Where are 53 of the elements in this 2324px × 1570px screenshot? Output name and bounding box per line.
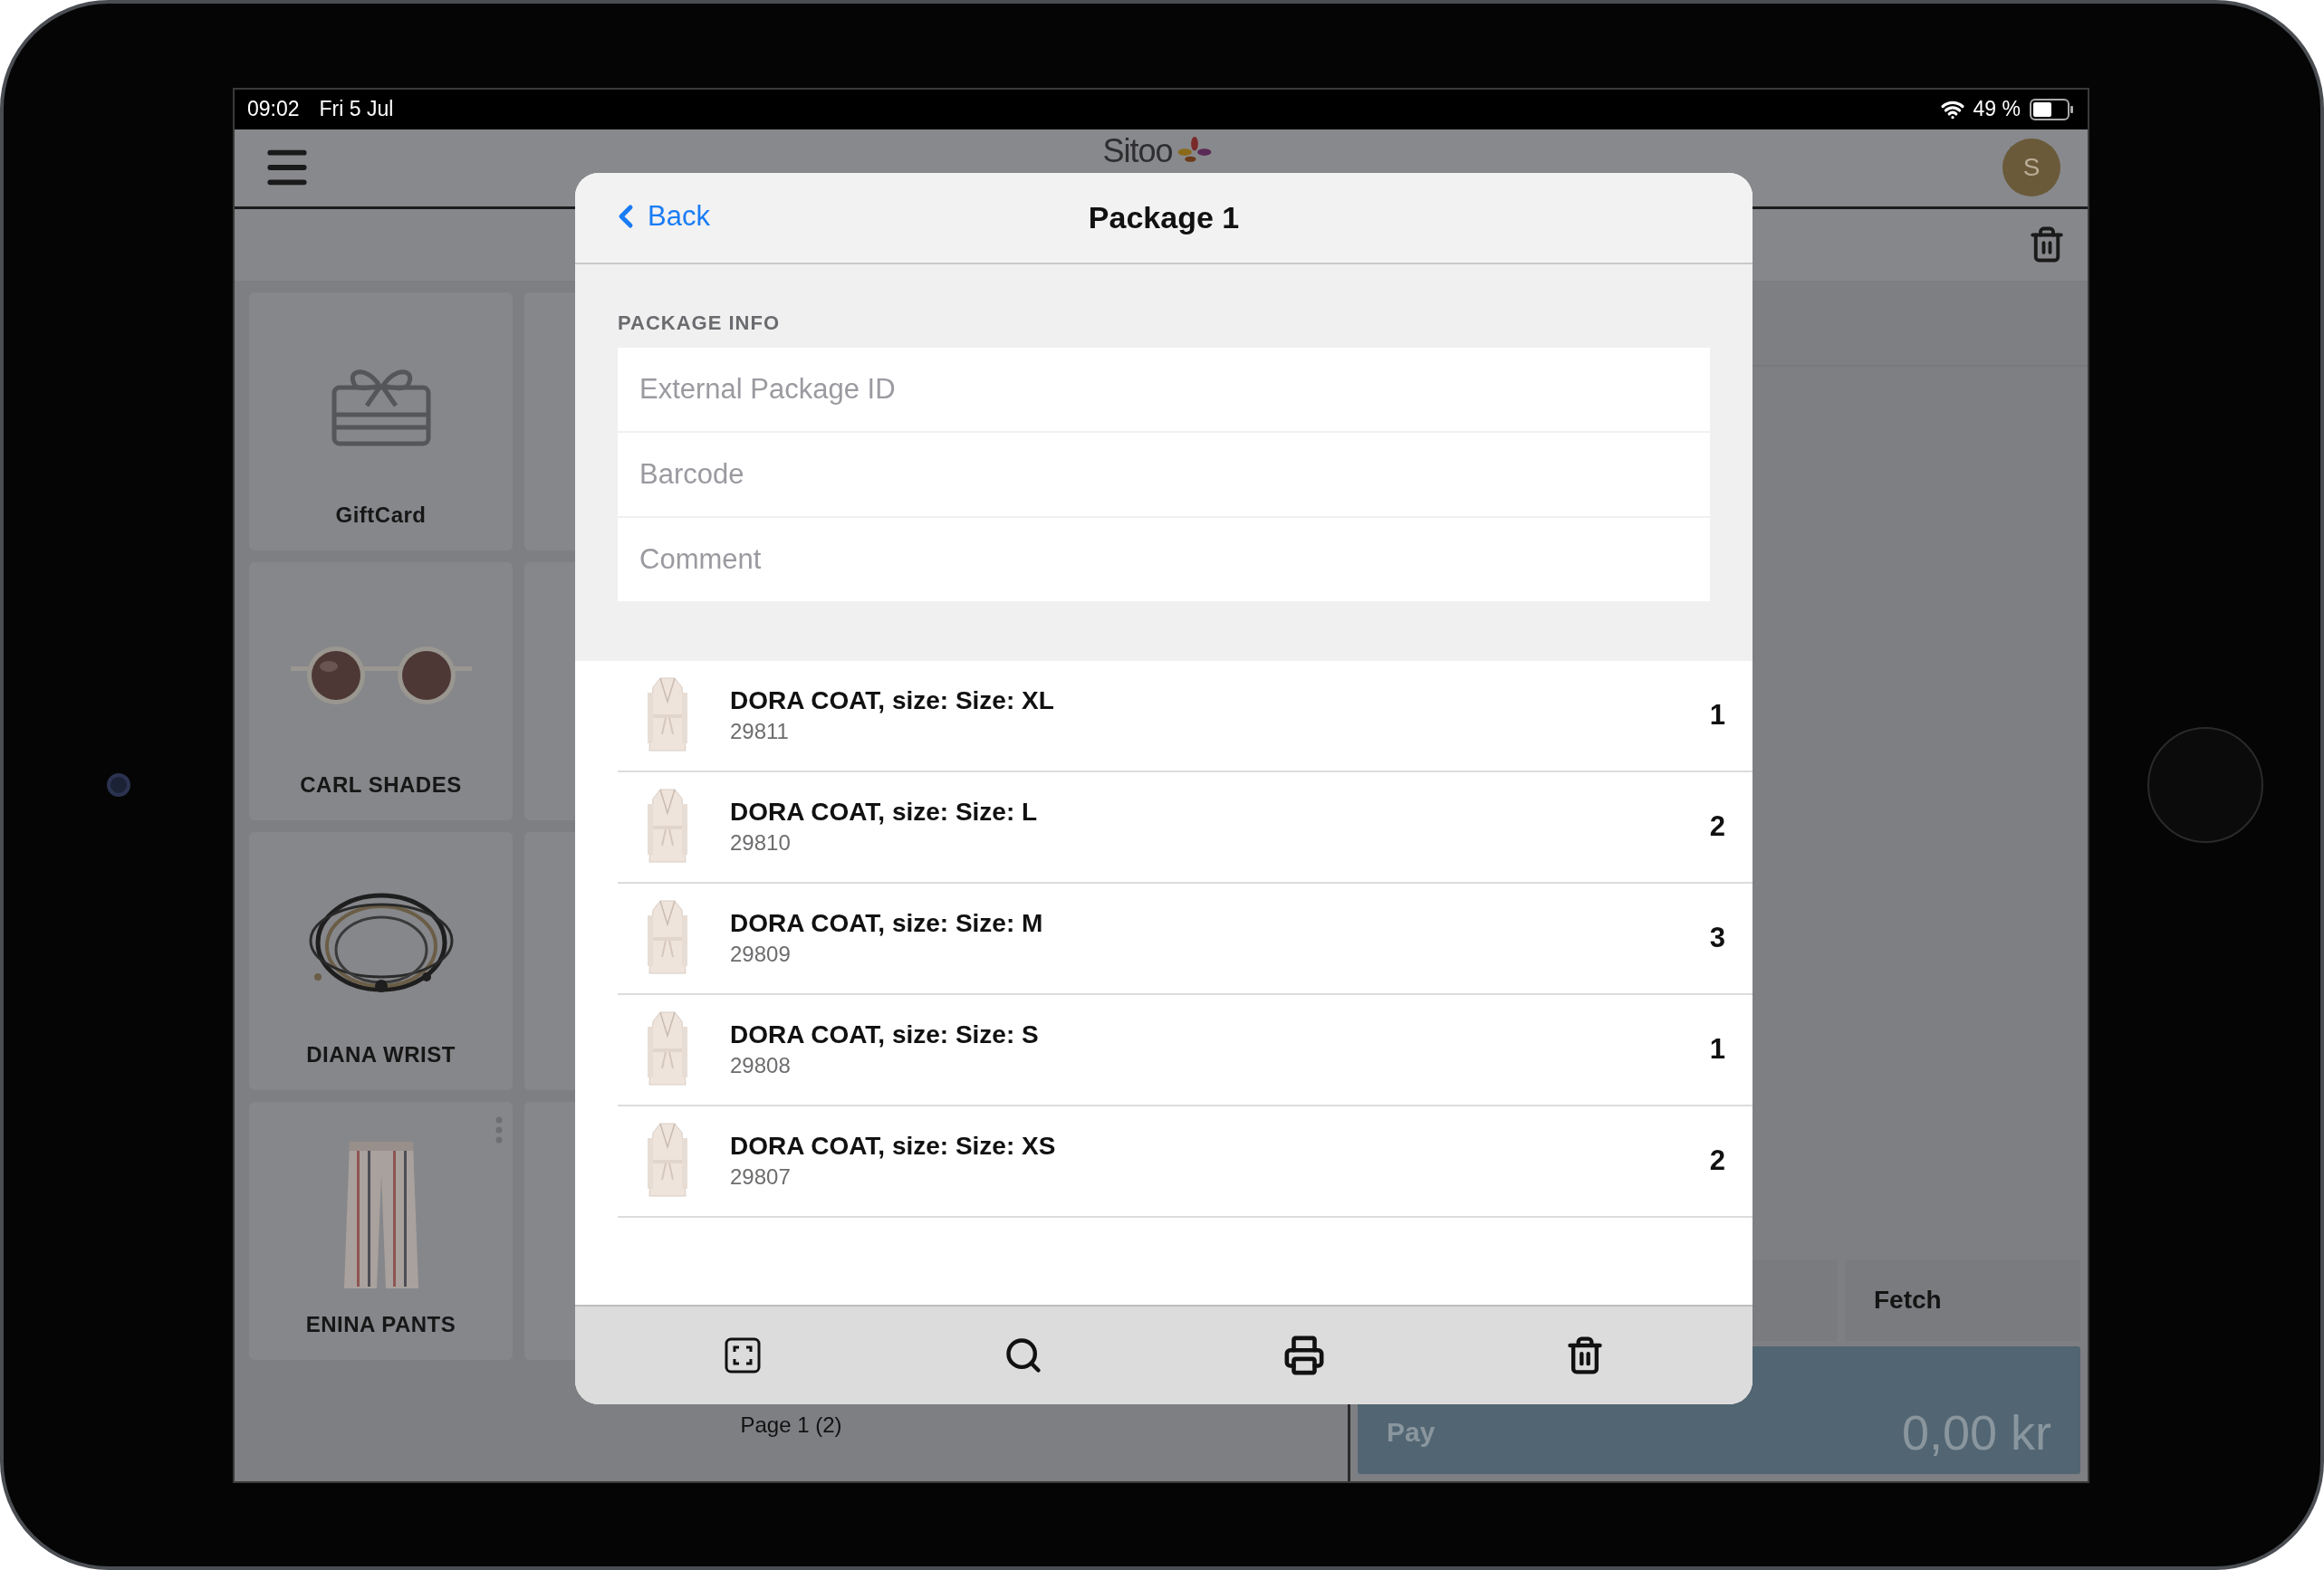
battery-icon bbox=[2030, 98, 2075, 120]
delete-icon[interactable] bbox=[2028, 225, 2066, 263]
product-tile[interactable]: DIANA WRIST bbox=[249, 831, 513, 1090]
total-amount: 0,00 kr bbox=[1901, 1404, 2051, 1460]
item-name: DORA COAT, size: Size: L bbox=[730, 798, 1039, 827]
back-button[interactable]: Back bbox=[608, 197, 710, 235]
package-item-row[interactable]: DORA COAT, size: Size: L 29810 2 bbox=[618, 771, 1753, 884]
status-time: 09:02 bbox=[247, 97, 300, 121]
package-item-row[interactable]: DORA COAT, size: Size: S 29808 1 bbox=[618, 994, 1753, 1106]
flower-icon bbox=[1176, 137, 1213, 165]
trash-icon bbox=[1565, 1335, 1605, 1375]
item-quantity: 2 bbox=[1709, 810, 1725, 843]
product-name: DIANA WRIST bbox=[306, 1041, 456, 1067]
user-avatar[interactable]: S bbox=[2002, 139, 2060, 196]
input-field[interactable]: External Package ID bbox=[618, 347, 1710, 431]
section-title: PACKAGE INFO bbox=[618, 311, 782, 335]
package-item-row[interactable]: DORA COAT, size: Size: M 29809 3 bbox=[618, 883, 1753, 995]
input-field[interactable]: Comment bbox=[618, 517, 1710, 601]
item-quantity: 1 bbox=[1709, 699, 1725, 732]
item-name: DORA COAT, size: Size: XS bbox=[730, 1132, 1057, 1161]
dialog-title: Package 1 bbox=[1088, 199, 1240, 235]
package-item-row[interactable]: DORA COAT, size: Size: XL 29811 1 bbox=[618, 660, 1753, 772]
item-name: DORA COAT, size: Size: S bbox=[730, 1020, 1040, 1049]
item-quantity: 1 bbox=[1709, 1033, 1725, 1066]
item-sku: 29808 bbox=[730, 1053, 792, 1078]
battery-percent: 49 % bbox=[1973, 97, 2021, 121]
camera-lens bbox=[106, 773, 130, 797]
input-field[interactable]: Barcode bbox=[618, 432, 1710, 516]
product-tile[interactable]: GiftCard bbox=[249, 292, 513, 550]
item-quantity: 3 bbox=[1709, 922, 1725, 954]
item-sku: 29811 bbox=[730, 719, 790, 744]
item-quantity: 2 bbox=[1709, 1144, 1725, 1177]
item-sku: 29809 bbox=[730, 942, 792, 967]
item-name: DORA COAT, size: Size: XL bbox=[730, 686, 1055, 715]
fetch-button[interactable]: Fetch bbox=[1845, 1259, 2080, 1341]
logo-text: Sitoo bbox=[1102, 132, 1173, 169]
printer-icon bbox=[1283, 1334, 1325, 1376]
status-date: Fri 5 Jul bbox=[319, 97, 394, 121]
item-sku: 29810 bbox=[730, 830, 792, 856]
item-sku: 29807 bbox=[730, 1164, 792, 1190]
item-name: DORA COAT, size: Size: M bbox=[730, 909, 1044, 938]
product-tile[interactable]: CARL SHADES bbox=[249, 561, 513, 820]
scan-button[interactable] bbox=[725, 1336, 761, 1374]
product-name: CARL SHADES bbox=[300, 771, 462, 798]
package-item-row[interactable]: DORA COAT, size: Size: XS 29807 2 bbox=[618, 1106, 1753, 1218]
scan-icon bbox=[725, 1336, 761, 1374]
product-name: GiftCard bbox=[335, 502, 427, 528]
page-indicator: Page 1 (2) bbox=[740, 1412, 843, 1438]
print-button[interactable] bbox=[1283, 1334, 1325, 1376]
delete-button[interactable] bbox=[1565, 1335, 1605, 1375]
product-name: ENINA PANTS bbox=[305, 1311, 456, 1337]
product-tile[interactable]: ENINA PANTS bbox=[249, 1101, 513, 1360]
pay-label: Pay bbox=[1387, 1417, 1436, 1448]
